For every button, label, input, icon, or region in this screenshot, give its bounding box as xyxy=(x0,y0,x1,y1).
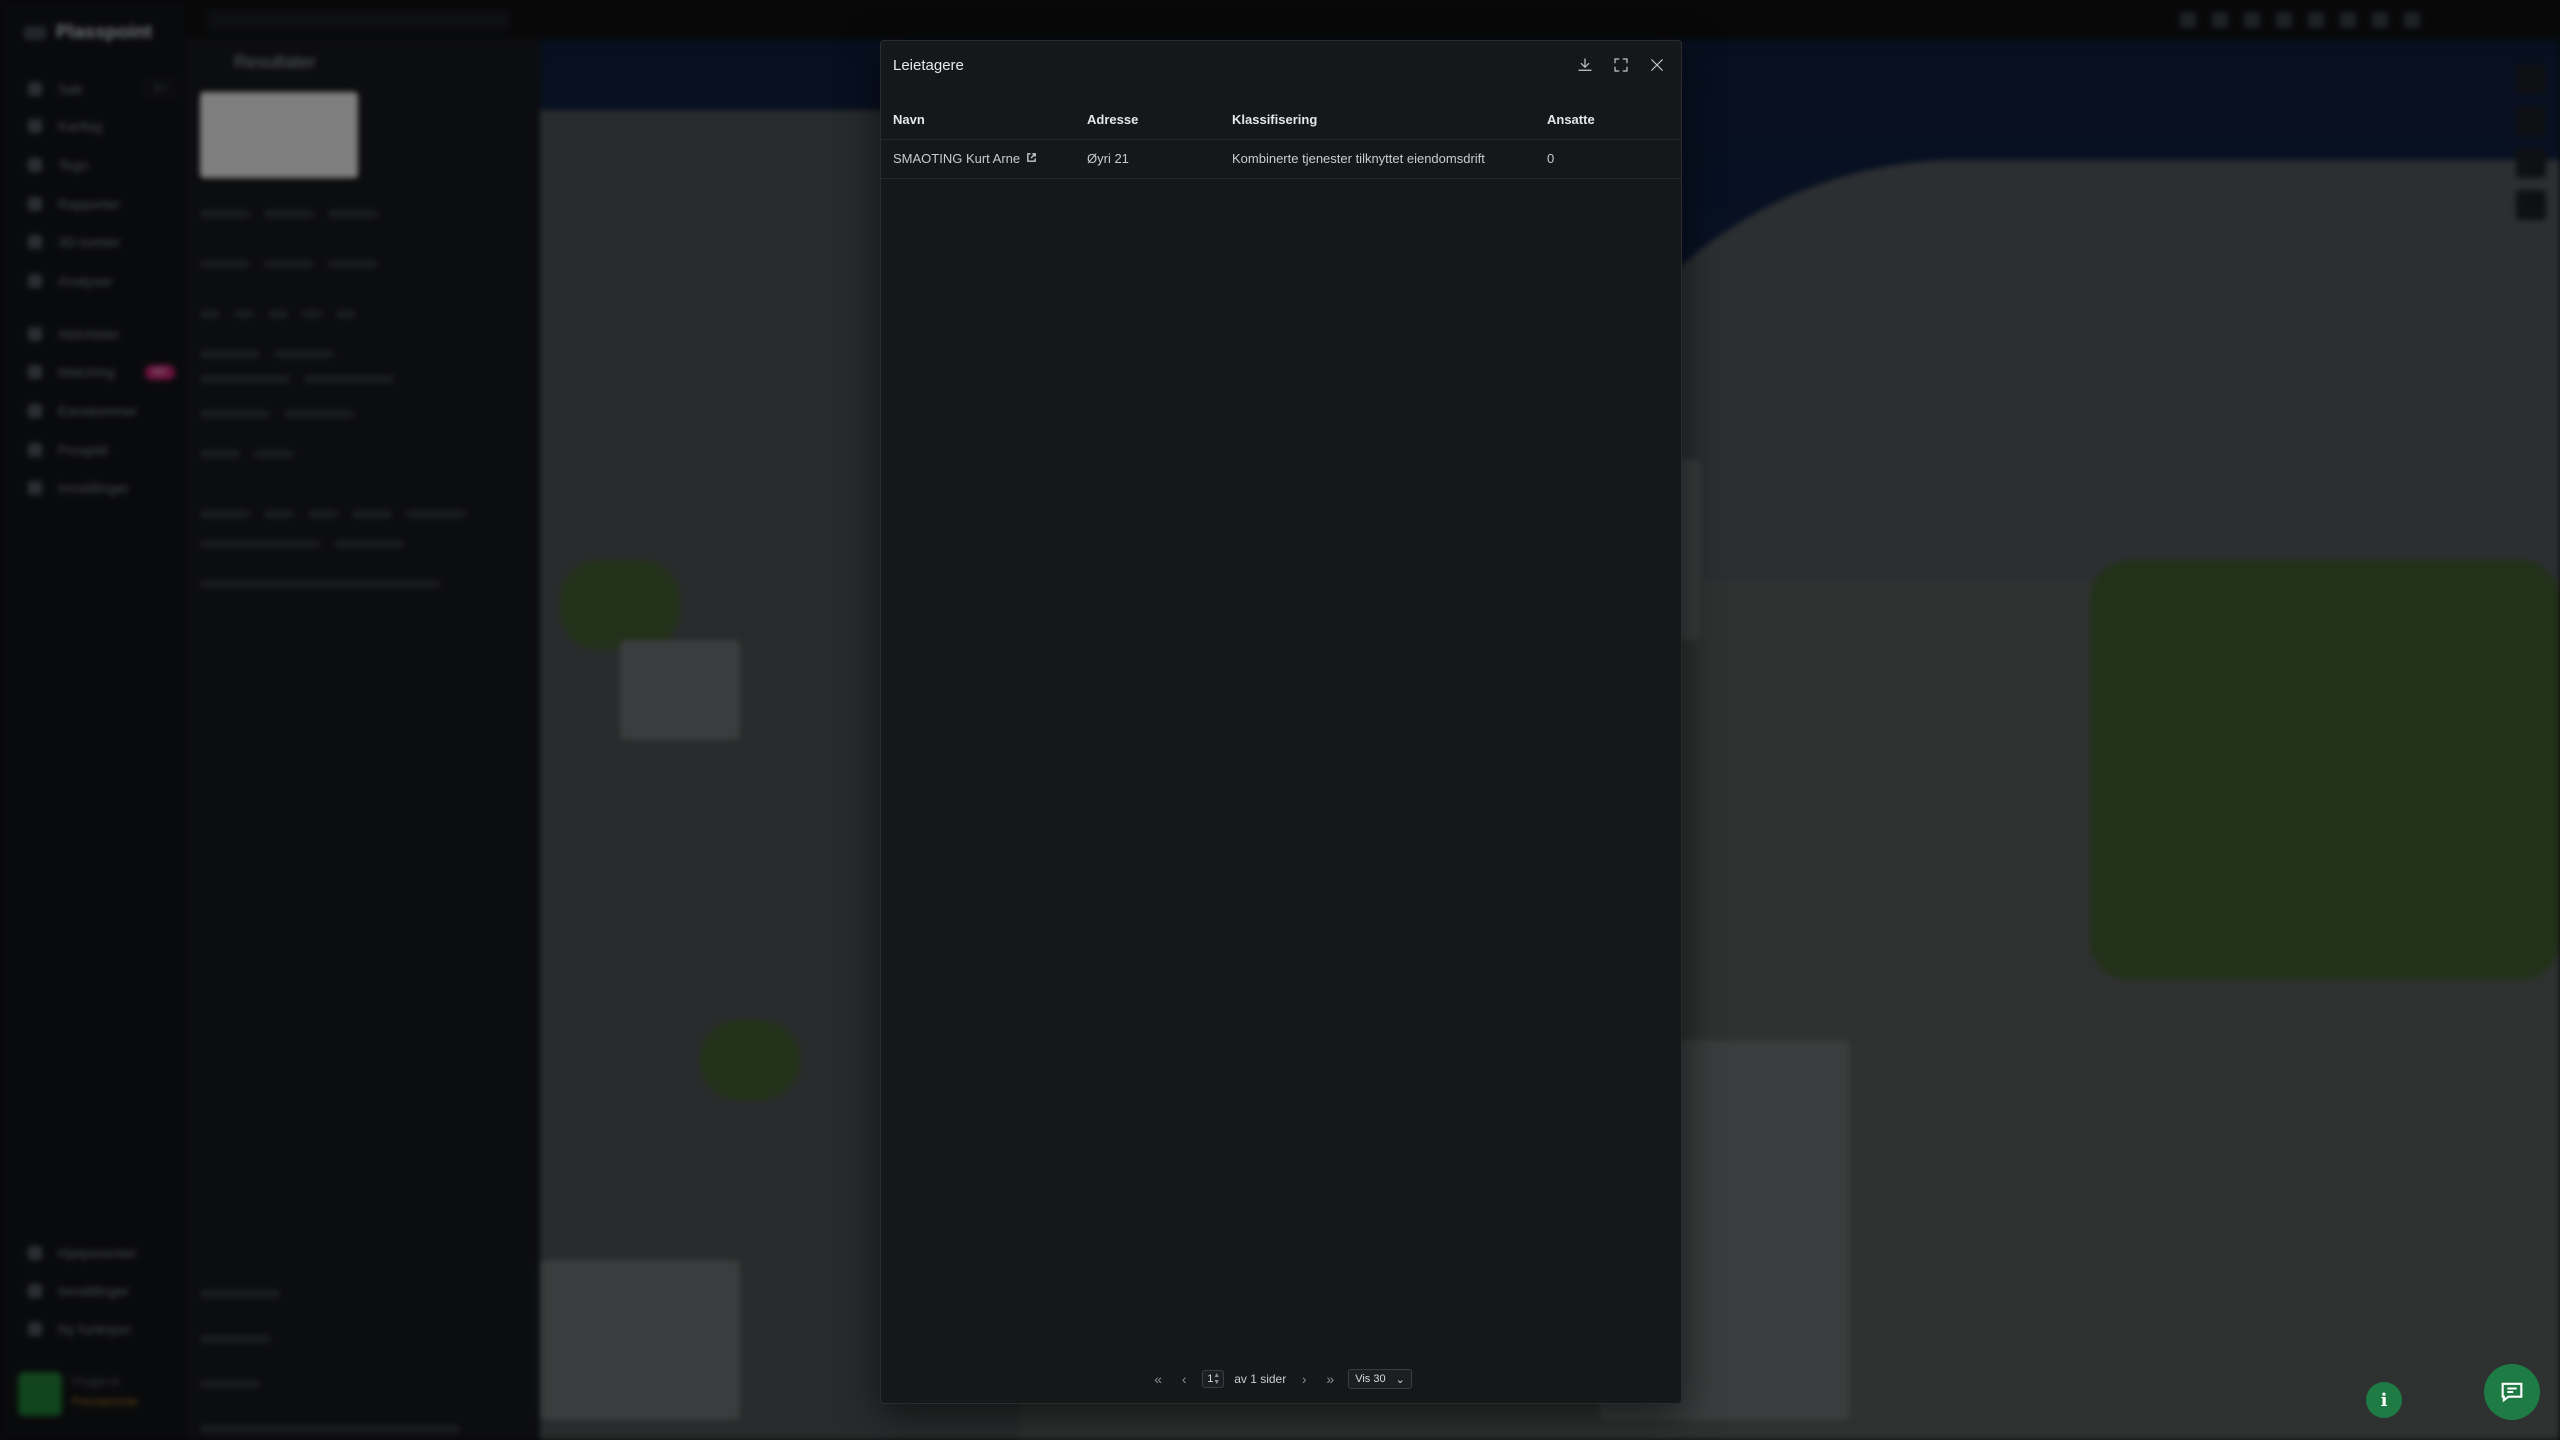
stepper-icon: ▲ ▼ xyxy=(1213,1372,1221,1386)
prev-page-button[interactable]: ‹ xyxy=(1176,1371,1192,1387)
next-page-button[interactable]: › xyxy=(1296,1371,1312,1387)
download-button[interactable] xyxy=(1571,51,1599,79)
page-size-select[interactable]: Vis 30 ⌄ xyxy=(1348,1369,1412,1389)
chevron-down-icon: ⌄ xyxy=(1395,1373,1405,1386)
chat-icon xyxy=(2501,1382,2523,1403)
download-icon xyxy=(1578,58,1592,71)
chat-button[interactable] xyxy=(2484,1364,2540,1420)
table-header: Navn Adresse Klassifisering Ansatte xyxy=(881,101,1681,140)
modal-title: Leietagere xyxy=(893,57,964,74)
tenant-address: Øyri 21 xyxy=(1087,151,1129,166)
page-number-input[interactable]: 1 ▲ ▼ xyxy=(1202,1370,1225,1388)
tenants-table: Navn Adresse Klassifisering Ansatte SMAO… xyxy=(881,101,1681,179)
expand-icon xyxy=(1614,58,1628,72)
external-link-icon xyxy=(1026,151,1037,166)
column-header-ansatte[interactable]: Ansatte xyxy=(1547,112,1595,127)
tenant-employees: 0 xyxy=(1547,151,1555,166)
close-button[interactable] xyxy=(1643,51,1671,79)
column-header-adresse[interactable]: Adresse xyxy=(1087,112,1138,127)
table-row: SMAOTING Kurt Arne Øyri 21 Kombinerte tj… xyxy=(881,140,1681,179)
last-page-button[interactable]: » xyxy=(1322,1371,1338,1387)
close-icon xyxy=(1651,59,1663,71)
first-page-button[interactable]: « xyxy=(1150,1371,1166,1387)
pagination: « ‹ 1 ▲ ▼ av 1 sider › » Vis 30 ⌄ xyxy=(881,1367,1681,1391)
fullscreen-button[interactable] xyxy=(1607,51,1635,79)
tenant-name: SMAOTING Kurt Arne xyxy=(893,151,1021,166)
page-count-text: av 1 sider xyxy=(1234,1372,1287,1386)
tenant-name-link[interactable]: SMAOTING Kurt Arne xyxy=(893,151,1037,166)
info-icon: i xyxy=(2380,1389,2388,1411)
tenant-classification: Kombinerte tjenester tilknyttet eiendoms… xyxy=(1232,151,1485,166)
column-header-navn[interactable]: Navn xyxy=(893,112,925,127)
tenants-modal: Leietagere Navn Adresse Klassifisering A… xyxy=(880,40,1682,1404)
info-button[interactable]: i xyxy=(2366,1382,2402,1418)
column-header-klassifisering[interactable]: Klassifisering xyxy=(1232,112,1317,127)
